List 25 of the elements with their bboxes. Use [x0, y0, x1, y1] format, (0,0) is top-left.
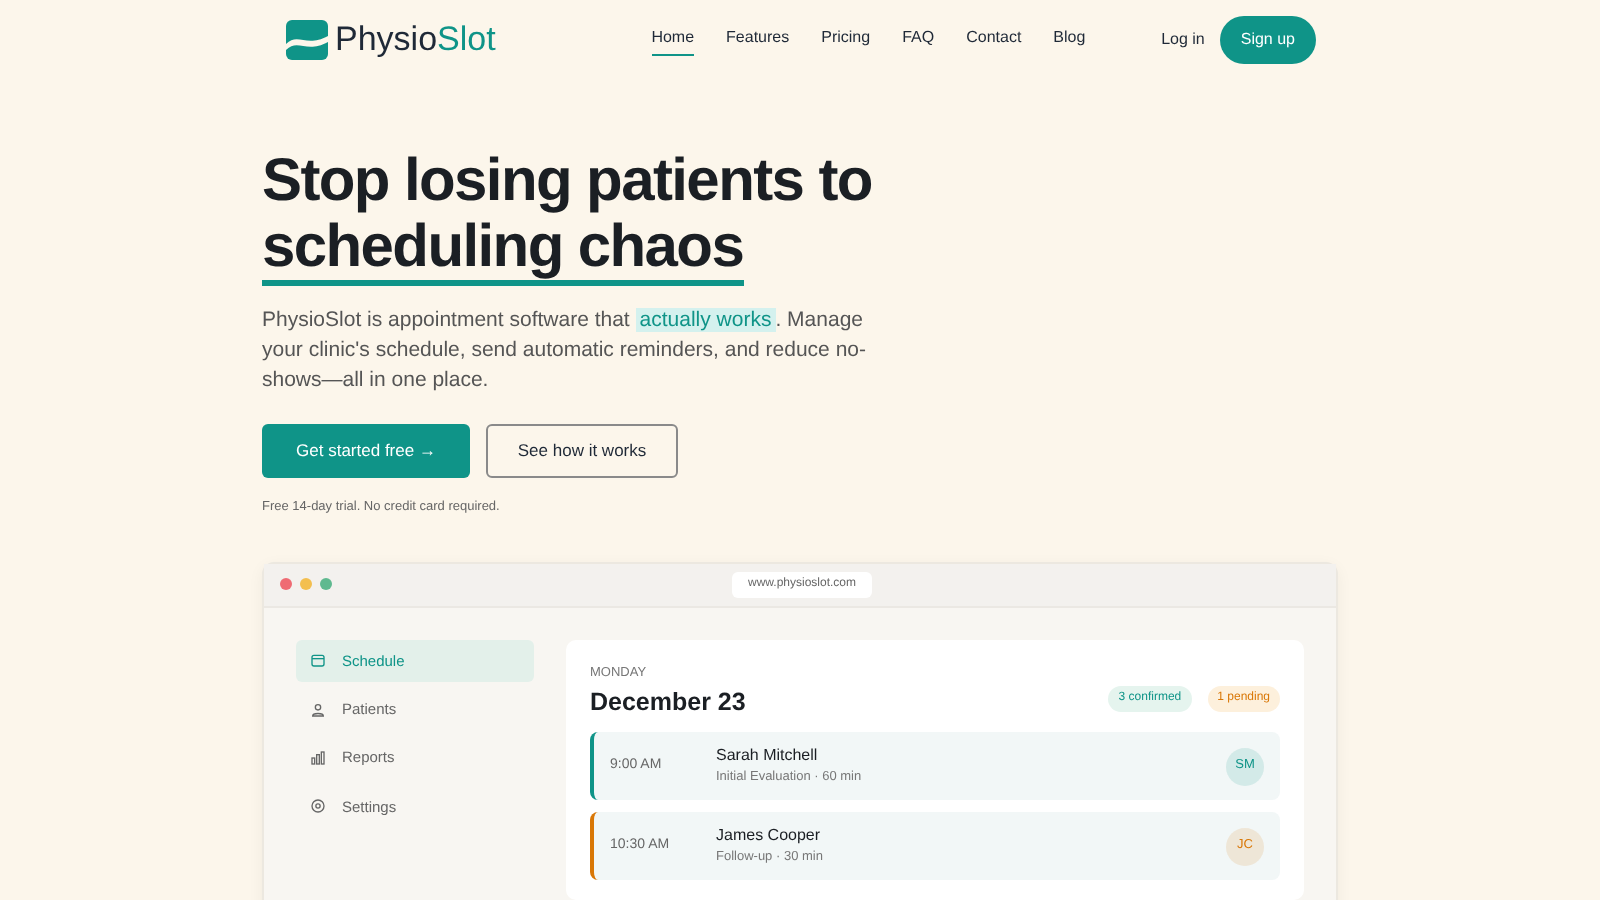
date-heading: December 23 — [590, 685, 746, 719]
person-icon — [310, 701, 326, 718]
login-link[interactable]: Log in — [1161, 28, 1205, 52]
logo-icon — [285, 20, 327, 60]
how-it-works-button[interactable]: See how it works — [486, 424, 678, 478]
patient-name: James Cooper — [716, 824, 823, 849]
nav-link[interactable]: Features — [726, 25, 790, 55]
nav-link[interactable]: Blog — [1053, 25, 1086, 55]
signup-button[interactable]: Sign up — [1220, 16, 1315, 64]
headline: Stop losing patients to — [262, 148, 874, 214]
nav-link[interactable]: FAQ — [902, 25, 935, 55]
get-started-button[interactable]: Get started free → — [262, 424, 470, 478]
window-dot — [300, 578, 312, 591]
window-dot — [320, 578, 332, 591]
settings-icon — [310, 798, 326, 815]
calendar-icon — [310, 652, 326, 669]
nav-link[interactable]: Pricing — [821, 25, 871, 55]
window-dot — [280, 578, 292, 591]
intro-paragraph: PhysioSlot is appointment software that actually works . Manage your clinic's schedule, send automatic reminders, and reduce no-shows—all in one place. — [262, 306, 868, 396]
brand-name[interactable]: PhysioSlot — [335, 14, 496, 66]
patient-name: Sarah Mitchell — [716, 744, 820, 769]
nav-link[interactable]: Home — [651, 25, 695, 55]
bar-chart-icon — [310, 749, 326, 766]
nav-link[interactable]: Contact — [966, 25, 1022, 55]
headline: scheduling chaos — [262, 214, 744, 286]
